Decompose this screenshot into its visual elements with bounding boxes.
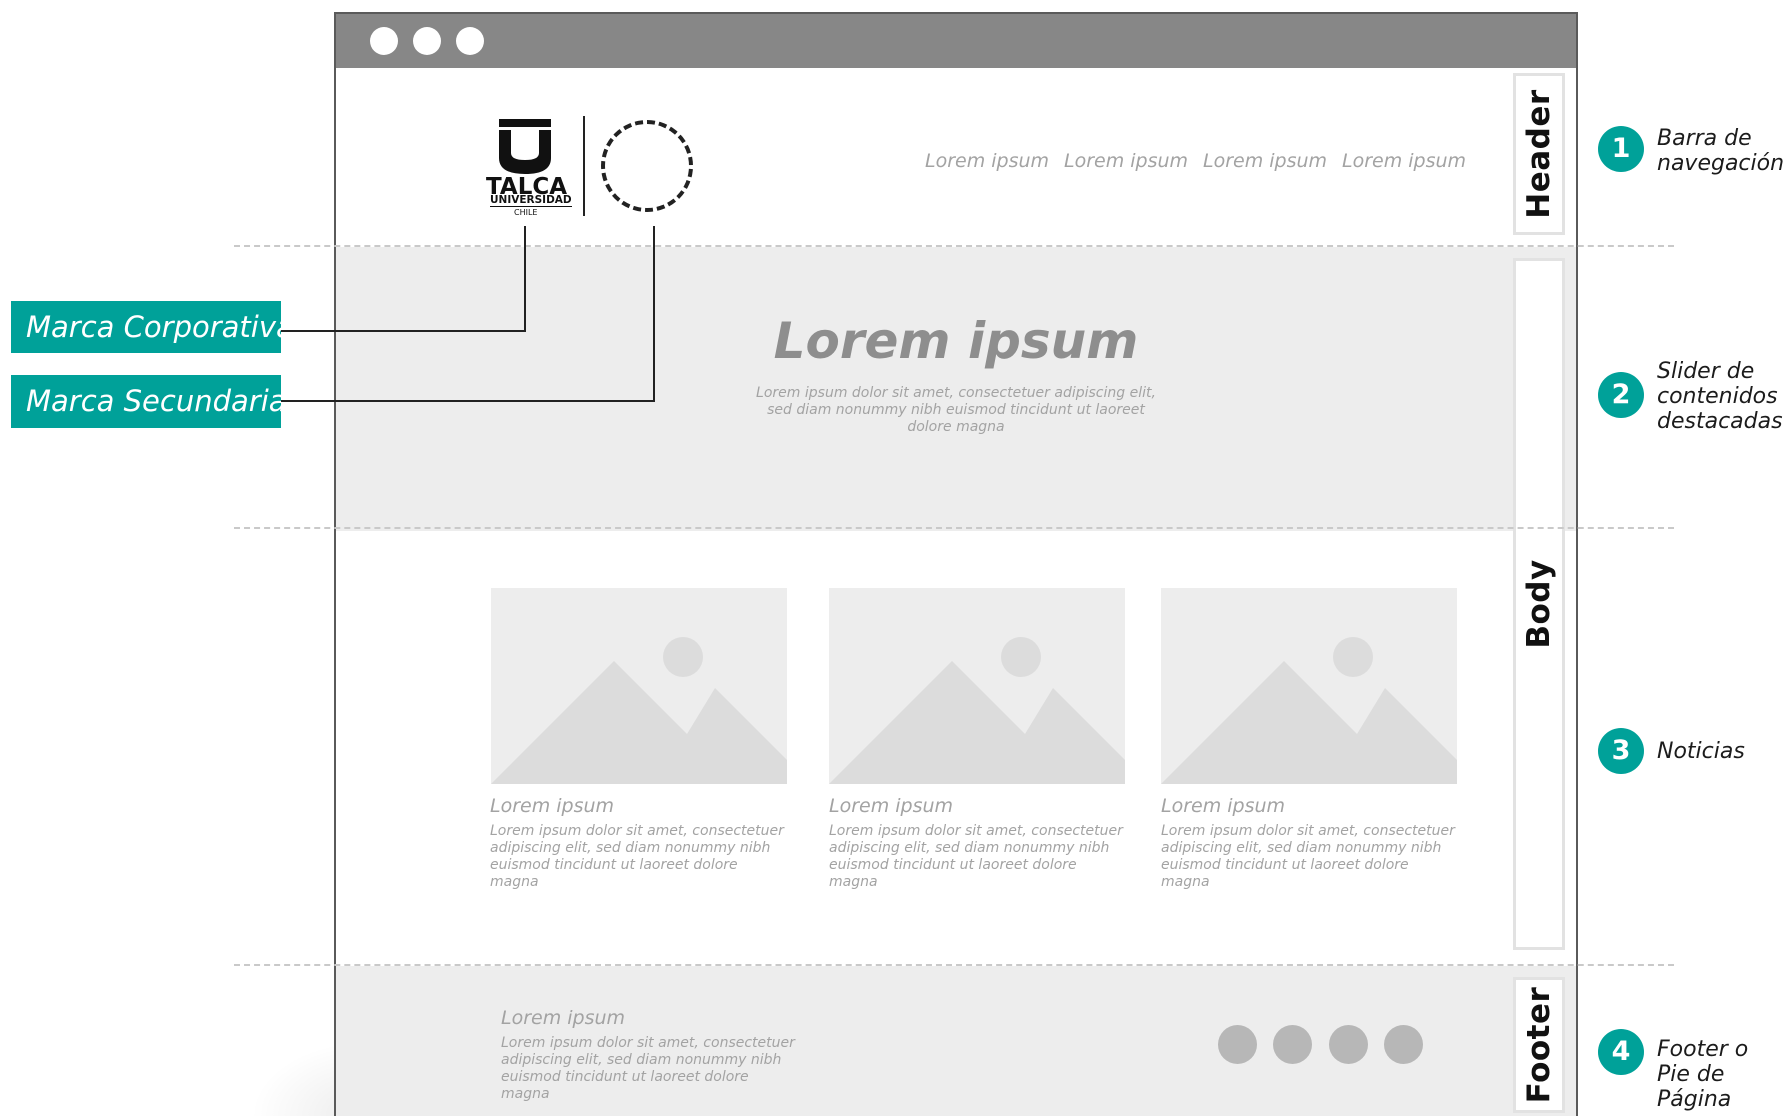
- social-icon[interactable]: [1273, 1025, 1312, 1064]
- nav-link[interactable]: Lorem ipsum: [1342, 150, 1466, 172]
- nav-link[interactable]: Lorem ipsum: [1203, 150, 1327, 172]
- footer-text: Lorem ipsum dolor sit amet, consectetuer…: [501, 1035, 795, 1102]
- news-image-placeholder[interactable]: [491, 588, 787, 784]
- annotation-number: 2: [1598, 372, 1644, 418]
- logo-subtitle: UNIVERSIDAD: [490, 194, 572, 207]
- corporate-brand-callout: Marca Corporativa: [11, 301, 294, 353]
- secondary-leader-line: [281, 400, 655, 402]
- news-excerpt: Lorem ipsum dolor sit amet, consectetuer…: [829, 823, 1123, 890]
- annotation-number: 1: [1598, 126, 1644, 172]
- nav-link[interactable]: Lorem ipsum: [1064, 150, 1188, 172]
- body-section-label: Body: [1513, 258, 1565, 950]
- social-icon[interactable]: [1218, 1025, 1257, 1064]
- annotation-text: Slider de contenidos destacadas: [1657, 359, 1783, 434]
- news-title[interactable]: Lorem ipsum: [1161, 795, 1285, 817]
- news-image-placeholder[interactable]: [829, 588, 1125, 784]
- news-title[interactable]: Lorem ipsum: [490, 795, 614, 817]
- section-divider: [234, 245, 1674, 247]
- secondary-brand-placeholder: [601, 120, 693, 212]
- image-placeholder-icon: [491, 637, 787, 784]
- logo-divider: [583, 116, 585, 216]
- window-control-dot: [370, 27, 398, 55]
- news-excerpt: Lorem ipsum dolor sit amet, consectetuer…: [490, 823, 784, 890]
- nav-link[interactable]: Lorem ipsum: [925, 150, 1049, 172]
- header-section-label: Header: [1513, 73, 1565, 235]
- social-icon[interactable]: [1329, 1025, 1368, 1064]
- logo-country: CHILE: [514, 208, 538, 217]
- window-control-dot: [456, 27, 484, 55]
- news-title[interactable]: Lorem ipsum: [829, 795, 953, 817]
- annotation-number: 3: [1598, 728, 1644, 774]
- annotation-text: Noticias: [1657, 739, 1745, 764]
- corporate-leader-line: [281, 330, 526, 332]
- annotation-text: Barra de navegación: [1657, 126, 1785, 176]
- slider-text: Lorem ipsum dolor sit amet, consectetuer…: [756, 385, 1156, 435]
- section-divider: [234, 964, 1674, 966]
- annotation-number: 4: [1598, 1029, 1644, 1075]
- window-title-bar: [336, 14, 1576, 68]
- image-placeholder-icon: [1161, 637, 1457, 784]
- annotation-text: Footer o Pie de Página: [1657, 1037, 1749, 1112]
- window-control-dot: [413, 27, 441, 55]
- slider-title: Lorem ipsum: [773, 312, 1139, 370]
- footer-title: Lorem ipsum: [501, 1007, 626, 1029]
- image-placeholder-icon: [829, 637, 1125, 784]
- secondary-brand-callout: Marca Secundaria: [11, 375, 287, 428]
- footer-section-label: Footer: [1513, 977, 1565, 1113]
- section-divider: [234, 527, 1674, 529]
- secondary-leader-line: [653, 226, 655, 402]
- social-icon[interactable]: [1384, 1025, 1423, 1064]
- news-image-placeholder[interactable]: [1161, 588, 1457, 784]
- corporate-leader-line: [524, 226, 526, 332]
- news-excerpt: Lorem ipsum dolor sit amet, consectetuer…: [1161, 823, 1455, 890]
